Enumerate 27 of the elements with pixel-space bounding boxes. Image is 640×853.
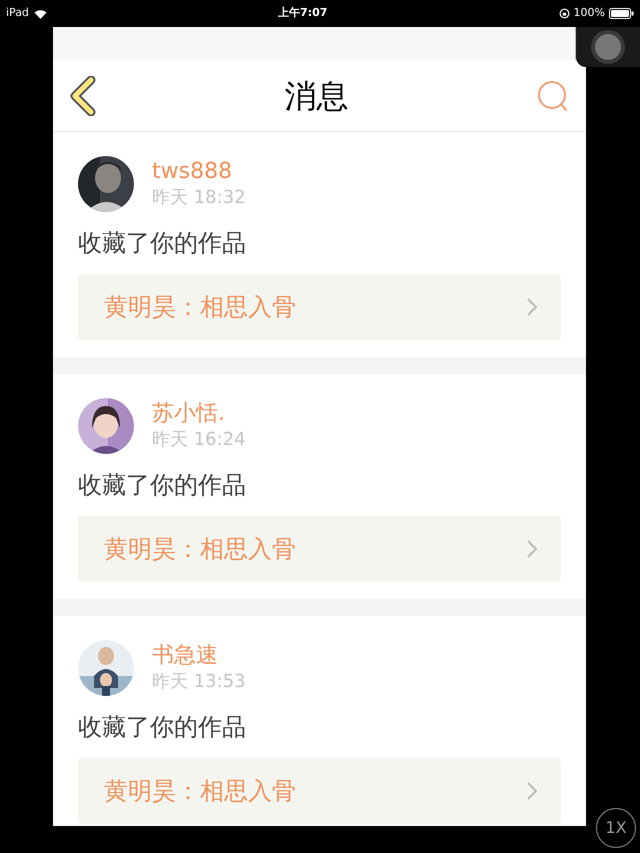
username[interactable]: 苏小恬. [152,403,246,425]
work-link[interactable]: 黄明昊：相思入骨 [78,274,561,340]
page-title: 消息 [284,76,348,116]
work-title: 黄明昊：相思入骨 [104,292,296,323]
message-text: 收藏了你的作品 [78,470,247,501]
rotation-lock-icon [558,8,570,19]
message-text: 收藏了你的作品 [78,712,247,743]
wifi-icon [34,8,47,18]
work-title: 黄明昊：相思入骨 [104,534,296,565]
message-text: 收藏了你的作品 [78,228,247,259]
back-chevron-icon[interactable] [69,76,97,116]
work-link[interactable]: 黄明昊：相思入骨 [78,516,561,582]
chevron-right-icon [527,540,537,558]
message-time: 昨天 18:32 [152,189,246,207]
device-name: iPad [6,5,29,22]
zoom-button[interactable]: 1X [596,808,636,848]
username[interactable]: 书急速 [152,645,246,667]
work-title: 黄明昊：相思入骨 [104,776,296,807]
chevron-right-icon [527,298,537,316]
message-time: 昨天 16:24 [152,431,246,449]
status-time: 上午7:07 [278,5,328,22]
username[interactable]: tws888 [152,161,246,183]
message-time: 昨天 13:53 [152,673,246,691]
battery-percent: 100% [574,5,605,22]
battery-icon [609,8,634,19]
chevron-right-icon [527,782,537,800]
work-link[interactable]: 黄明昊：相思入骨 [78,758,561,824]
